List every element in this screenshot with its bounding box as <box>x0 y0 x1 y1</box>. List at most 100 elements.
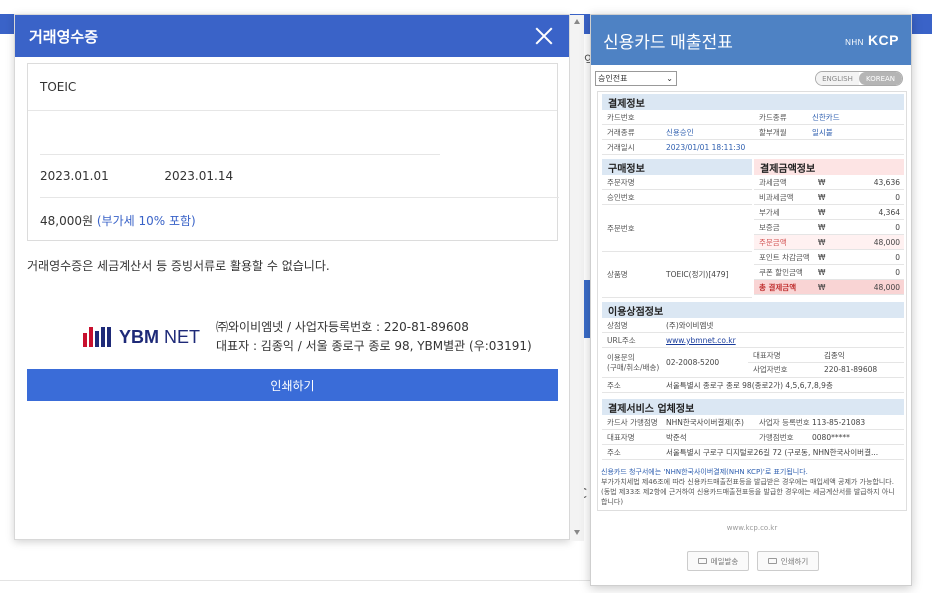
service-merchant-row: 카드사 가맹점명 NHN한국사이버결제(주) 사업자 등록번호 113-85-2… <box>602 415 904 430</box>
tx-type-row: 거래종류 신용승인 할부개월 일시불 <box>602 125 904 140</box>
kcp-window: 신용카드 매출전표 NHN KCP 승인전표 ⌄ ENGLISH KOREAN 결제… <box>590 14 912 586</box>
kcp-footer-url: www.kcp.co.kr <box>726 524 778 532</box>
kcp-slip-body: 결제정보 카드번호 카드종류 신한카드 거래종류 신용승인 할부개월 일시불 거… <box>597 91 907 511</box>
close-icon[interactable] <box>533 25 555 47</box>
kcp-notice-line: 부가가치세법 제46조에 따라 신용카드매출전표등을 발급받은 경우에는 매입세… <box>601 478 895 506</box>
url-row: URL주소 www.ybmnet.co.kr <box>602 333 904 348</box>
amount-label: 포인트 차감금액 <box>759 252 810 262</box>
contact-row: 이용문의 (구매/취소/배송) 02-2008-5200 대표자명 김종익 사업자번… <box>602 348 904 378</box>
currency-symbol: ₩ <box>818 222 826 232</box>
ybm-mark-icon <box>83 327 111 347</box>
amount-value: 0 <box>895 267 900 277</box>
amount-row: 쿠폰 할인금액 ₩0 <box>754 265 904 280</box>
price: 48,000원 <box>40 214 94 228</box>
amount-label: 주문금액 <box>759 237 787 247</box>
kcp-button-group: 메일발송 인쇄하기 <box>687 551 819 571</box>
company-line: ㈜와이비엠넷 / 사업자등록번호 : 220-81-89608 <box>216 320 469 334</box>
amount-row: 주문금액 ₩48,000 <box>754 235 904 250</box>
currency-symbol: ₩ <box>818 192 826 202</box>
store-row: 상점명 (주)와이비엠넷 <box>602 318 904 333</box>
amount-row: 포인트 차감금액 ₩0 <box>754 250 904 265</box>
merchant-info-title: 이용상점정보 <box>602 302 904 318</box>
kcp-print-button[interactable]: 인쇄하기 <box>757 551 819 571</box>
ybm-logo: YBM NET <box>83 327 200 348</box>
currency-symbol: ₩ <box>818 267 826 277</box>
kcp-logo: NHN KCP <box>845 32 899 48</box>
currency-symbol: ₩ <box>818 177 826 187</box>
amount-label: 총 결제금액 <box>759 282 797 292</box>
currency-symbol: ₩ <box>818 237 826 247</box>
card-row: 카드번호 카드종류 신한카드 <box>602 110 904 125</box>
amount-value: 0 <box>895 192 900 202</box>
divider <box>40 197 559 198</box>
service-info-title: 결제서비스 업체정보 <box>602 399 904 415</box>
amount-value: 0 <box>895 222 900 232</box>
service-address-row: 주소 서울특별시 구로구 디지털로26길 72 (구로동, NHN한국사이버결.… <box>602 445 904 460</box>
period-start: 2023.01.01 <box>40 169 109 183</box>
company-info: ㈜와이비엠넷 / 사업자등록번호 : 220-81-89608 대표자 : 김종… <box>216 318 532 356</box>
amount-row: 보증금 ₩0 <box>754 220 904 235</box>
mail-send-button[interactable]: 메일발송 <box>687 551 749 571</box>
ybm-logo-text: YBM NET <box>119 326 201 347</box>
kcp-notice: 신용카드 청구서에는 'NHN한국사이버결제(NHN KCP)'로 표기됩니다.… <box>601 467 901 507</box>
divider <box>40 154 440 155</box>
scroll-down-icon[interactable] <box>574 530 580 535</box>
divider <box>28 110 557 111</box>
kcp-controls: 승인전표 ⌄ ENGLISH KOREAN <box>591 69 911 93</box>
print-button[interactable]: 인쇄하기 <box>27 369 558 401</box>
amount-row: 과세금액 ₩43,636 <box>754 175 904 190</box>
payment-info-title: 결제정보 <box>602 94 904 110</box>
tx-date-row: 거래일시 2023/01/01 18:11:30 <box>602 140 904 155</box>
modal-scrollbar[interactable] <box>570 15 584 541</box>
amount-label: 비과세금액 <box>759 192 794 202</box>
amount-value: 4,364 <box>878 207 900 217</box>
amount-value: 0 <box>895 252 900 262</box>
amount-row: 총 결제금액 ₩48,000 <box>754 280 904 295</box>
receipt-notice: 거래영수증은 세금계산서 등 증빙서류로 활용할 수 없습니다. <box>27 259 330 273</box>
receipt-card: TOEIC 2023.01.01 2023.01.14 48,000원 (부가세… <box>27 63 559 241</box>
amount-label: 보증금 <box>759 222 780 232</box>
company-line: 대표자 : 김종익 / 서울 종로구 종로 98, YBM별관 (우:03191… <box>216 339 532 353</box>
amount-label: 부가세 <box>759 207 780 217</box>
mail-icon <box>697 558 707 564</box>
kcp-notice-line: 신용카드 청구서에는 'NHN한국사이버결제(NHN KCP)'로 표기됩니다. <box>601 468 808 476</box>
order-no-row: 주문번호 <box>602 205 752 252</box>
amount-label: 쿠폰 할인금액 <box>759 267 803 277</box>
address-row: 주소 서울특별시 종로구 종로 98(종로2가) 4,5,6,7,8,9층 <box>602 378 904 393</box>
currency-symbol: ₩ <box>818 252 826 262</box>
company-block: YBM NET ㈜와이비엠넷 / 사업자등록번호 : 220-81-89608 … <box>83 318 532 356</box>
kcp-title: 신용카드 매출전표 <box>603 32 733 52</box>
amount-value: 43,636 <box>873 177 900 187</box>
modal-header: 거래영수증 <box>15 15 569 57</box>
amount-value: 48,000 <box>873 237 900 247</box>
amount-value: 48,000 <box>873 282 900 292</box>
lang-english[interactable]: ENGLISH <box>816 72 859 85</box>
amount-label: 과세금액 <box>759 177 787 187</box>
chevron-down-icon: ⌄ <box>666 74 673 83</box>
price-row: 48,000원 (부가세 10% 포함) <box>28 212 557 229</box>
screen: 내역 IC 거래영수증 TOEIC 2023.01.01 2023.01.14 … <box>0 0 932 593</box>
purchase-info-title: 구매정보 <box>602 159 752 175</box>
product-name: TOEIC <box>40 80 77 94</box>
printer-icon <box>767 558 777 564</box>
product-row: 상품명 TOEIC(정기)[479] <box>602 252 752 298</box>
currency-symbol: ₩ <box>818 207 826 217</box>
lang-korean[interactable]: KOREAN <box>859 72 902 85</box>
slip-type-select[interactable]: 승인전표 ⌄ <box>595 71 677 86</box>
amount-row: 비과세금액 ₩0 <box>754 190 904 205</box>
currency-symbol: ₩ <box>818 282 826 292</box>
receipt-modal: 거래영수증 TOEIC 2023.01.01 2023.01.14 48,000… <box>14 14 584 541</box>
amount-row: 부가세 ₩4,364 <box>754 205 904 220</box>
modal-title: 거래영수증 <box>29 28 99 46</box>
period-row: 2023.01.01 2023.01.14 <box>28 169 557 183</box>
approval-row: 승인번호 <box>602 190 752 205</box>
store-url-link[interactable]: www.ybmnet.co.kr <box>666 336 736 345</box>
period-end: 2023.01.14 <box>164 169 234 183</box>
scroll-up-icon[interactable] <box>574 19 580 24</box>
amount-info-title: 결제금액정보 <box>754 159 904 175</box>
background-divider <box>0 580 590 581</box>
vat-note: (부가세 10% 포함) <box>96 214 196 228</box>
kcp-header: 신용카드 매출전표 NHN KCP <box>591 15 911 65</box>
service-ceo-row: 대표자명 박준석 가맹점번호 0080***** <box>602 430 904 445</box>
language-toggle[interactable]: ENGLISH KOREAN <box>815 71 903 86</box>
